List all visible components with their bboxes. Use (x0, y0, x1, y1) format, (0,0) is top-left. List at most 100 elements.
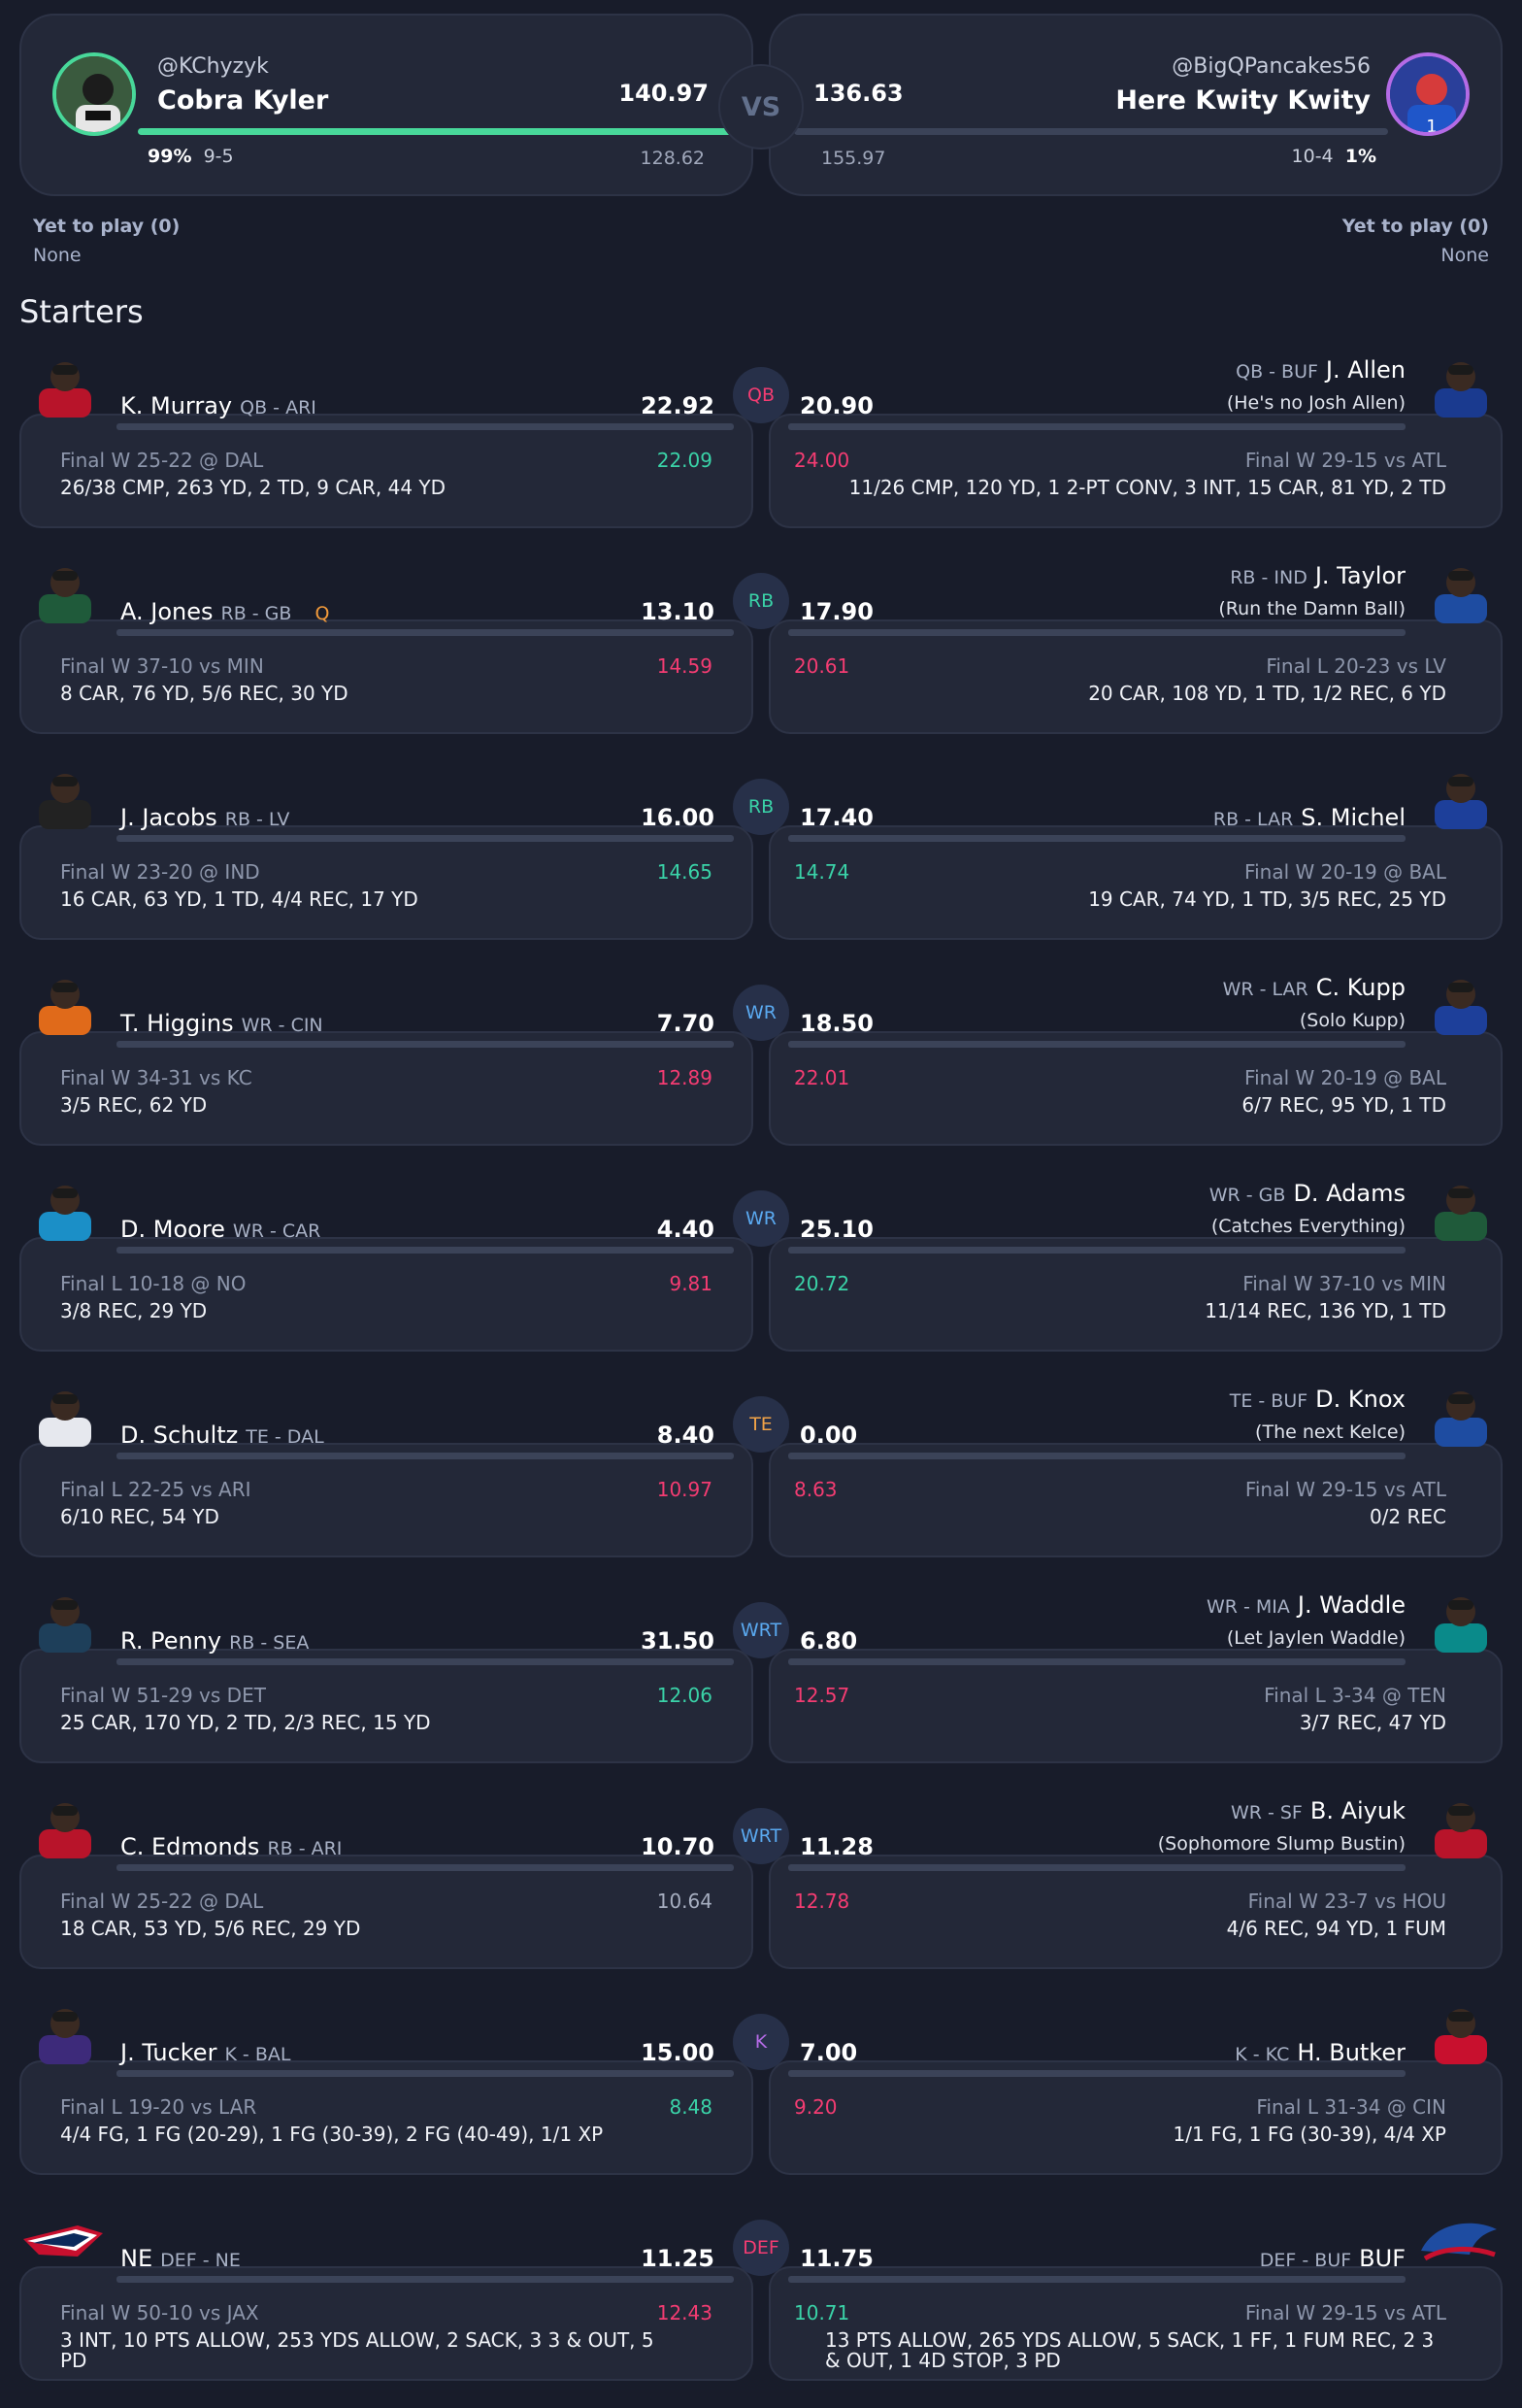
stat-line-right: 0/2 REC (1369, 1505, 1446, 1528)
player-name-right[interactable]: K - KC H. Butker (1227, 2039, 1406, 2066)
player-score-left: 10.70 (641, 1833, 714, 1860)
player-name-left[interactable]: NE DEF - NE (120, 2245, 264, 2272)
player-name-left[interactable]: D. Schultz TE - DAL (120, 1421, 347, 1449)
team-card-right[interactable]: 1 @BigQPancakes56 Here Kwity Kwity 136.6… (769, 14, 1503, 196)
game-result-right: Final L 31-34 @ CIN (1256, 2095, 1446, 2119)
position-badge: WRT (733, 1602, 789, 1658)
team-name-right: Here Kwity Kwity (1115, 85, 1371, 116)
game-result-left: Final W 25-22 @ DAL (60, 1890, 264, 1913)
position-badge: QB (733, 367, 789, 423)
team-avatar-left[interactable] (52, 52, 136, 136)
player-name-right[interactable]: WR - LAR C. Kupp (1215, 974, 1406, 1001)
game-result-right: Final W 20-19 @ BAL (1244, 860, 1446, 884)
player-headshot-icon[interactable] (1429, 353, 1493, 418)
stat-line-right: 20 CAR, 108 YD, 1 TD, 1/2 REC, 6 YD (1088, 682, 1446, 705)
player-headshot-icon[interactable] (33, 765, 97, 829)
player-nickname: (Solo Kupp) (1299, 1010, 1406, 1031)
team-name-left: Cobra Kyler (157, 85, 329, 116)
game-result-right: Final W 37-10 vs MIN (1242, 1272, 1446, 1295)
player-headshot-icon[interactable] (19, 2212, 107, 2270)
player-name-left[interactable]: A. Jones RB - GB Q (120, 598, 329, 625)
player-name-left[interactable]: J. Jacobs RB - LV (120, 804, 313, 831)
player-name-right[interactable]: WR - SF B. Aiyuk (1223, 1797, 1406, 1824)
player-name-right[interactable]: DEF - BUF BUF (1252, 2245, 1406, 2272)
projection-left: 12.06 (656, 1684, 712, 1707)
stat-line-right: 3/7 REC, 47 YD (1299, 1711, 1446, 1734)
game-result-left: Final W 50-10 vs JAX (60, 2301, 259, 2324)
player-headshot-icon[interactable] (1429, 765, 1493, 829)
player-name-right[interactable]: RB - LAR S. Michel (1206, 804, 1406, 831)
player-score-right: 20.90 (800, 392, 874, 419)
player-score-left: 11.25 (641, 2245, 714, 2272)
player-name-left[interactable]: C. Edmonds RB - ARI (120, 1833, 365, 1860)
matchup-row: J. Tucker K - BAL K - KC H. Butker 15.00 7.00… (19, 2000, 1503, 2175)
player-headshot-icon[interactable] (33, 353, 97, 418)
player-headshot-icon[interactable] (1429, 1383, 1493, 1447)
player-position: DEF - BUF (1259, 2250, 1352, 2271)
player-headshot-icon[interactable] (33, 2000, 97, 2064)
score-bar-left (116, 629, 734, 636)
player-headshot-icon[interactable] (33, 971, 97, 1035)
player-nickname: (Sophomore Slump Bustin) (1157, 1833, 1406, 1855)
player-name-right[interactable]: QB - BUF J. Allen (1228, 356, 1406, 384)
player-headshot-icon[interactable] (33, 1589, 97, 1653)
position-badge: TE (733, 1396, 789, 1453)
player-name-right[interactable]: WR - GB D. Adams (1202, 1180, 1406, 1207)
player-headshot-icon[interactable] (1429, 1589, 1493, 1653)
projection-right: 20.72 (794, 1272, 850, 1295)
game-result-left: Final W 23-20 @ IND (60, 860, 260, 884)
player-headshot-icon[interactable] (33, 559, 97, 623)
stat-line-right: 1/1 FG, 1 FG (30-39), 4/4 XP (1173, 2123, 1446, 2146)
player-score-left: 16.00 (641, 804, 714, 831)
position-badge: WRT (733, 1808, 789, 1864)
player-headshot-icon[interactable] (1429, 1794, 1493, 1858)
matchup-row: T. Higgins WR - CIN WR - LAR C. Kupp (Solo K… (19, 971, 1503, 1146)
player-name-left[interactable]: J. Tucker K - BAL (120, 2039, 314, 2066)
player-headshot-icon[interactable] (1429, 559, 1493, 623)
player-name-right[interactable]: WR - MIA J. Waddle (1199, 1591, 1406, 1619)
projection-left: 12.43 (656, 2301, 712, 2324)
score-bar-right (788, 1041, 1406, 1048)
player-position: RB - GB (220, 603, 292, 624)
player-position: K - BAL (224, 2044, 291, 2065)
matchup-row: D. Moore WR - CAR WR - GB D. Adams (Catches … (19, 1177, 1503, 1352)
team-handle-right: @BigQPancakes56 (1172, 54, 1371, 79)
player-name-left[interactable]: D. Moore WR - CAR (120, 1216, 344, 1243)
player-score-left: 13.10 (641, 598, 714, 625)
stat-line-left: 3/5 REC, 62 YD (60, 1093, 208, 1117)
projection-left: 14.65 (656, 860, 712, 884)
player-name-right[interactable]: RB - IND J. Taylor (1222, 562, 1406, 589)
player-name-left[interactable]: K. Murray QB - ARI (120, 392, 340, 419)
player-position: QB - BUF (1236, 361, 1318, 383)
player-score-right: 17.40 (800, 804, 874, 831)
player-position: WR - LAR (1222, 979, 1308, 1000)
yet-to-play-label: Yet to play (0) (1341, 216, 1489, 237)
game-result-right: Final W 29-15 vs ATL (1244, 1478, 1446, 1501)
player-name-left[interactable]: T. Higgins WR - CIN (120, 1010, 347, 1037)
player-score-right: 25.10 (800, 1216, 874, 1243)
player-headshot-icon[interactable] (33, 1794, 97, 1858)
team-avatar-right[interactable]: 1 (1386, 52, 1470, 136)
stat-line-left: 3 INT, 10 PTS ALLOW, 253 YDS ALLOW, 2 SA… (60, 2328, 654, 2372)
player-headshot-icon[interactable] (1429, 971, 1493, 1035)
stat-line-left: 4/4 FG, 1 FG (20-29), 1 FG (30-39), 2 FG… (60, 2123, 604, 2146)
team-card-left[interactable]: @KChyzyk Cobra Kyler 140.97 99% 9-5 128.… (19, 14, 753, 196)
player-name-right[interactable]: TE - BUF D. Knox (1222, 1386, 1406, 1413)
projection-left: 10.64 (656, 1890, 712, 1913)
player-headshot-icon[interactable] (33, 1177, 97, 1241)
game-result-right: Final L 20-23 vs LV (1266, 654, 1446, 678)
yet-to-play-value: None (33, 245, 82, 266)
player-score-left: 31.50 (641, 1627, 714, 1655)
player-headshot-icon[interactable] (33, 1383, 97, 1447)
stat-line-right: 6/7 REC, 95 YD, 1 TD (1241, 1093, 1446, 1117)
player-headshot-icon[interactable] (1415, 2212, 1503, 2270)
player-headshot-icon[interactable] (1429, 2000, 1493, 2064)
score-bar-left (116, 835, 734, 842)
score-bar-right (788, 1864, 1406, 1871)
player-score-right: 7.00 (800, 2039, 858, 2066)
player-name-left[interactable]: R. Penny RB - SEA (120, 1627, 332, 1655)
matchup-row: A. Jones RB - GB Q RB - IND J. Taylor (Run th… (19, 559, 1503, 734)
player-headshot-icon[interactable] (1429, 1177, 1493, 1241)
player-nickname: (Catches Everything) (1210, 1216, 1406, 1237)
vs-badge: VS (718, 64, 804, 150)
